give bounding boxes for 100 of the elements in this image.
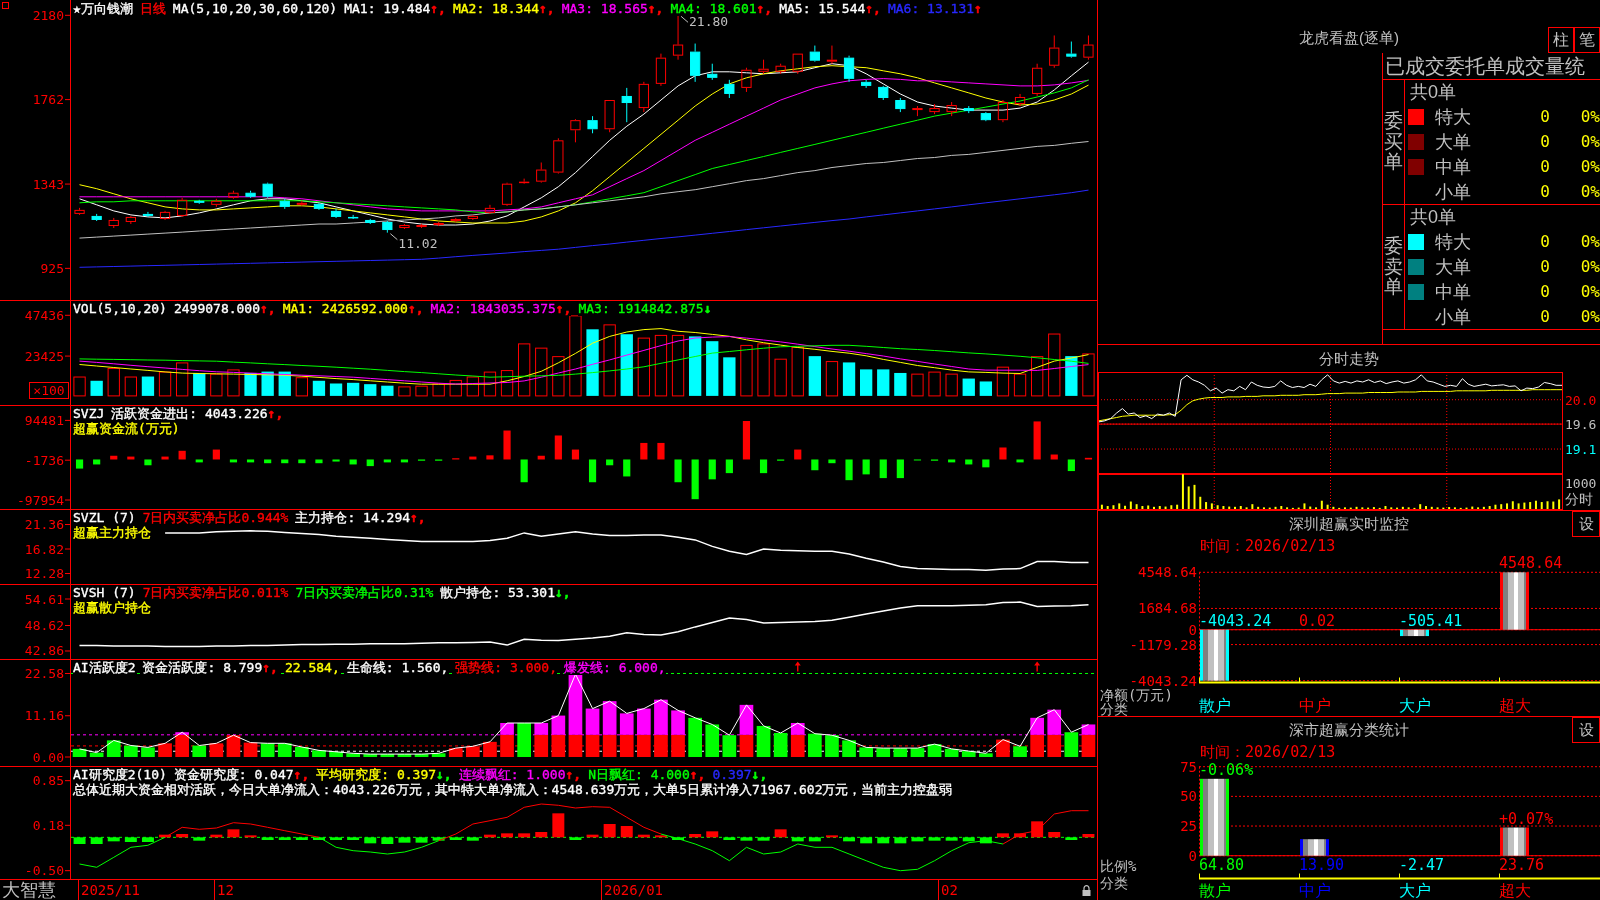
fund-flow-bar xyxy=(1084,457,1093,460)
research-bar xyxy=(1014,833,1027,838)
activity-bar-segment xyxy=(961,751,976,757)
activity-bar-segment xyxy=(329,751,343,757)
header-text: AI研究度2(10) xyxy=(73,767,167,782)
volume-bar xyxy=(586,329,599,396)
header-text: 22.584, xyxy=(284,660,340,675)
candlestick xyxy=(194,199,205,205)
activity-bar-segment xyxy=(688,717,702,757)
fund-flow-bar xyxy=(845,459,853,481)
activity-bar-segment xyxy=(808,733,822,757)
axis-label: 0.18 xyxy=(32,817,64,833)
volume-bar xyxy=(740,344,753,397)
candlestick xyxy=(878,85,889,101)
axis-label: 47436 xyxy=(24,307,64,323)
research-bar xyxy=(654,835,667,838)
axis-label: 0 xyxy=(1188,847,1197,864)
fund-flow-bar xyxy=(400,459,409,463)
fund-flow-bar xyxy=(75,459,84,469)
axis-label: -97954 xyxy=(17,492,64,508)
axis-label: -1179.28 xyxy=(1129,636,1197,653)
candlestick xyxy=(604,99,615,133)
header-text: SVZJ xyxy=(73,406,105,421)
candlestick xyxy=(501,182,513,207)
activity-bar-segment xyxy=(756,725,771,757)
volume-bar xyxy=(312,380,326,396)
candlestick xyxy=(279,198,290,210)
panel-title: 龙虎看盘(逐单) xyxy=(1299,29,1399,47)
candlestick xyxy=(536,162,547,184)
order-size-label: 中单 xyxy=(1435,155,1472,178)
category-label: 散户 xyxy=(1199,696,1231,715)
settings-button[interactable]: 设 xyxy=(1572,511,1600,537)
axis-label: 16.82 xyxy=(24,541,64,557)
category-bar xyxy=(1200,629,1229,681)
order-size-label: 小单 xyxy=(1435,180,1472,203)
fund-flow-bar xyxy=(794,449,802,460)
up-arrow-marker xyxy=(1034,661,1041,672)
candlestick xyxy=(809,45,820,63)
axis-label: 1762 xyxy=(32,92,64,108)
header-text: 7日内买卖净占比0.944% xyxy=(142,510,289,525)
change-label: -0.06% xyxy=(1199,761,1254,779)
fund-flow-bar xyxy=(178,450,186,460)
fund-flow-bar xyxy=(281,459,289,464)
activity-bar-segment xyxy=(141,747,155,757)
candlestick xyxy=(1083,35,1094,61)
research-bar xyxy=(176,834,189,838)
fund-flow-bar xyxy=(965,459,973,465)
settings-button[interactable]: 设 xyxy=(1572,717,1600,743)
volume-bar xyxy=(723,357,736,396)
fund-flow-bar xyxy=(811,459,819,471)
volume-bar xyxy=(654,334,668,397)
research-bar xyxy=(483,834,496,838)
candlestick xyxy=(929,103,940,115)
axis-label: 50 xyxy=(1180,788,1197,805)
fund-flow-bar xyxy=(161,456,169,460)
volume-bar xyxy=(535,347,548,397)
axis-label: 1000 xyxy=(1565,476,1598,491)
volume-bar xyxy=(1031,356,1044,397)
candlestick xyxy=(570,118,581,143)
fund-flow-bar xyxy=(332,459,340,462)
fund-flow-bar xyxy=(503,430,511,460)
candlestick xyxy=(895,97,906,113)
axis-label: 2180 xyxy=(32,7,64,23)
volume-bar xyxy=(107,368,120,397)
research-bar xyxy=(1048,832,1061,838)
volume-bar xyxy=(791,346,804,397)
order-size-label: 大单 xyxy=(1435,131,1472,153)
fund-flow-bar xyxy=(674,459,682,483)
activity-bar-segment xyxy=(773,732,788,757)
fund-flow-bar xyxy=(520,459,528,483)
volume-bar xyxy=(671,334,685,397)
date-label: 2025/11 xyxy=(80,881,140,899)
order-count: 0 xyxy=(1539,305,1550,328)
order-size-label: 小单 xyxy=(1435,305,1472,328)
view-toggle-button[interactable]: 笔 xyxy=(1574,27,1600,53)
volume-bar xyxy=(757,343,770,397)
fund-flow-bar xyxy=(896,459,904,479)
volume-bar xyxy=(1013,373,1027,397)
research-bar xyxy=(825,835,838,838)
header-text: 主力持仓: 14.294 xyxy=(295,510,411,525)
volume-bar xyxy=(996,366,1010,397)
volume-bar xyxy=(415,385,428,397)
activity-bar-segment xyxy=(414,754,429,757)
header-text: MA1: 19.484 xyxy=(344,1,431,16)
header-text: 日线 xyxy=(139,1,166,16)
candlestick xyxy=(313,202,325,211)
value-label: -2.47 xyxy=(1399,856,1445,874)
value-label: 23.76 xyxy=(1499,856,1545,874)
volume-bar xyxy=(552,356,565,397)
axis-label: 1343 xyxy=(32,176,64,192)
candlestick xyxy=(74,207,85,216)
view-toggle-button[interactable]: 柱 xyxy=(1548,27,1574,53)
volume-bar xyxy=(295,377,308,397)
category-bar xyxy=(1400,629,1429,637)
fund-flow-bar xyxy=(725,459,733,474)
volume-bar xyxy=(518,343,531,397)
order-total: 共0单 xyxy=(1409,206,1456,229)
candlestick xyxy=(672,14,684,61)
volume-bar xyxy=(689,336,702,396)
category-label: 超大 xyxy=(1499,696,1531,715)
